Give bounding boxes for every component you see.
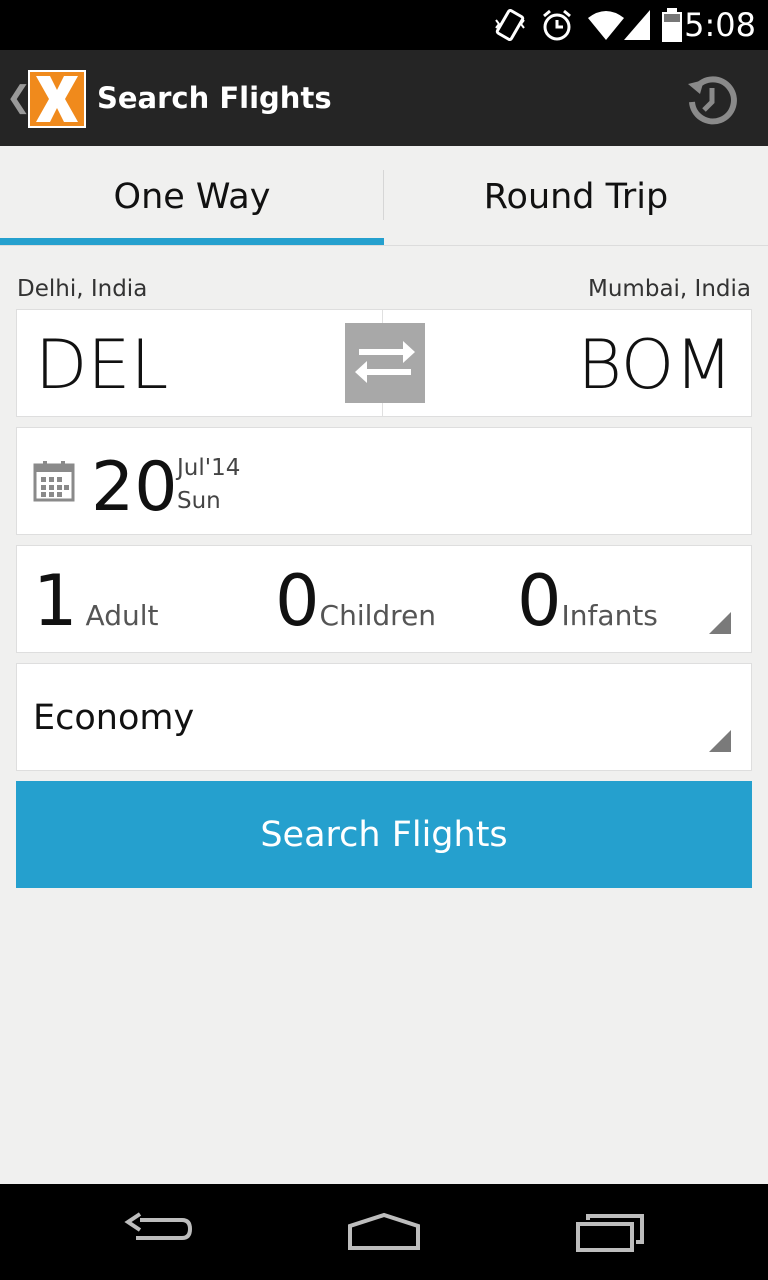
wifi-icon <box>588 11 624 40</box>
from-airport-code[interactable]: DEL <box>35 326 168 405</box>
back-icon[interactable] <box>124 1210 196 1254</box>
date-month-year: Jul'14 <box>177 455 241 481</box>
vibrate-icon <box>495 8 525 42</box>
cabin-class-value: Economy <box>33 698 195 738</box>
tab-selected-indicator <box>0 238 384 245</box>
calendar-icon <box>33 461 75 502</box>
alarm-icon <box>543 9 571 41</box>
date-picker-card[interactable]: 20 Jul'14 Sun <box>16 427 752 535</box>
battery-icon <box>662 8 682 42</box>
page-title: Search Flights <box>97 81 332 115</box>
route-card: DEL BOM <box>16 309 752 417</box>
status-bar: 5:08 <box>0 0 768 50</box>
passengers-dropdown-icon <box>709 612 731 634</box>
adults-label: Adult <box>85 599 159 632</box>
children-count: 0Children <box>275 560 436 642</box>
navigation-bar <box>0 1184 768 1280</box>
from-city-label: Delhi, India <box>17 276 148 302</box>
search-flights-button[interactable]: Search Flights <box>16 781 752 888</box>
home-icon[interactable] <box>346 1210 422 1254</box>
passengers-card[interactable]: 1 Adult 0Children 0Infants <box>16 545 752 653</box>
recents-icon[interactable] <box>574 1210 646 1254</box>
action-bar: ❮ Search Flights <box>0 50 768 146</box>
date-weekday: Sun <box>177 488 221 514</box>
tab-round-trip[interactable]: Round Trip <box>384 146 768 246</box>
to-airport-code[interactable]: BOM <box>577 326 733 405</box>
to-city-label: Mumbai, India <box>588 276 751 302</box>
adults-number: 1 <box>33 560 78 642</box>
date-day: 20 <box>91 448 178 527</box>
cabin-class-select[interactable]: Economy <box>16 663 752 771</box>
cabin-class-dropdown-icon <box>709 730 731 752</box>
infants-label: Infants <box>561 599 658 632</box>
adults-count: 1 Adult <box>33 560 159 642</box>
children-number: 0 <box>275 560 320 642</box>
status-time: 5:08 <box>684 6 756 44</box>
history-icon[interactable] <box>684 72 740 128</box>
x-logo[interactable] <box>28 70 86 128</box>
infants-number: 0 <box>517 560 562 642</box>
children-label: Children <box>319 599 437 632</box>
infants-count: 0Infants <box>517 560 658 642</box>
signal-icon <box>624 10 650 40</box>
trip-type-tabs: One Way Round Trip <box>0 146 768 246</box>
tab-one-way[interactable]: One Way <box>0 146 384 246</box>
swap-arrows-icon[interactable] <box>345 323 425 403</box>
